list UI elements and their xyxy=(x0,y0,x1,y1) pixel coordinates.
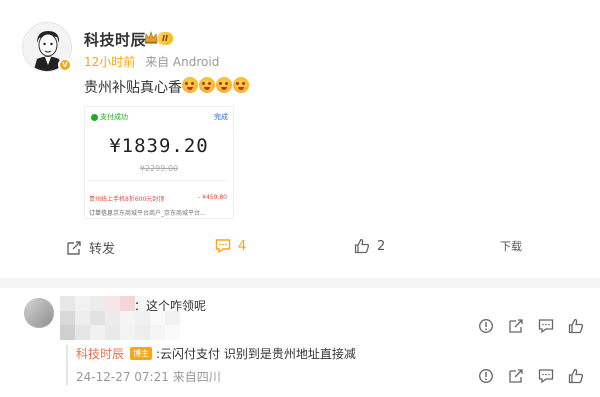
emoji-row xyxy=(182,77,249,93)
crown-icon xyxy=(144,31,158,44)
like-button[interactable]: 2 xyxy=(354,238,385,254)
payment-order-value: 京东商城平台商户_京东商城平台... xyxy=(113,210,206,217)
share-icon[interactable] xyxy=(508,318,524,334)
success-check-icon xyxy=(91,113,98,121)
download-button[interactable]: 下载 xyxy=(500,238,522,254)
reply-indent-bar xyxy=(66,345,68,385)
vip-level-badge: II xyxy=(157,32,173,45)
payment-order-label: 订单信息 xyxy=(89,210,114,217)
post-meta: 12小时前 来自 Android xyxy=(84,53,219,70)
like-count: 2 xyxy=(377,238,386,254)
comment-icon[interactable] xyxy=(538,368,554,384)
payment-amount: ¥1839.20 xyxy=(109,135,209,157)
report-icon[interactable] xyxy=(478,318,494,334)
reply-meta: 24-12-27 07:21 来自四川 xyxy=(76,368,221,385)
payment-screenshot[interactable]: 支付成功 完成 ¥1839.20 ¥2299.00 贵州线上手机8折600元封顶… xyxy=(84,106,234,219)
comment-icon[interactable] xyxy=(538,318,554,334)
drool-emoji-icon xyxy=(199,77,215,93)
post-time[interactable]: 12小时前 xyxy=(84,55,135,69)
post-text: 贵州补贴真心香 xyxy=(84,80,182,96)
post-source: 来自 Android xyxy=(145,55,220,69)
repost-label: 转发 xyxy=(89,242,116,257)
payment-discount: - ¥459.80 xyxy=(198,194,227,201)
payment-promo: 贵州线上手机8折600元封顶 xyxy=(89,196,165,203)
drool-emoji-icon xyxy=(182,77,198,93)
like-icon[interactable] xyxy=(568,368,584,384)
share-icon[interactable] xyxy=(508,368,524,384)
payment-status: 支付成功 xyxy=(91,112,128,122)
comment-count: 4 xyxy=(238,238,247,254)
reply-timestamp: 24-12-27 07:21 xyxy=(76,370,169,384)
verified-badge-icon: V xyxy=(58,58,72,72)
section-divider xyxy=(0,278,600,288)
comment-actions xyxy=(478,318,584,334)
comment-text: ：这个咋领呢 xyxy=(134,299,207,313)
reply-author[interactable]: 科技时辰 xyxy=(76,345,124,362)
thumbs-up-icon xyxy=(354,238,370,254)
repost-icon xyxy=(67,240,81,255)
reply-location: 来自四川 xyxy=(172,370,221,384)
payment-divider xyxy=(89,180,229,181)
drool-emoji-icon xyxy=(233,77,249,93)
download-label: 下载 xyxy=(500,240,522,253)
repost-button[interactable]: 转发 xyxy=(66,238,115,257)
comment-icon xyxy=(215,239,231,254)
reply-text: :云闪付支付 识别到是贵州地址直接减 xyxy=(156,347,356,361)
post-username[interactable]: 科技时辰 xyxy=(84,29,146,50)
reply-actions xyxy=(478,368,584,384)
report-icon[interactable] xyxy=(478,368,494,384)
payment-status-label: 支付成功 xyxy=(100,113,128,121)
commenter-avatar[interactable] xyxy=(24,298,54,328)
reply-item: 科技时辰 博主 :云闪付支付 识别到是贵州地址直接减 xyxy=(76,345,356,362)
comment-button[interactable]: 4 xyxy=(215,238,246,254)
payment-original-price: ¥2299.00 xyxy=(139,164,179,173)
weibo-post: V 科技时辰 II 12小时前 来自 Android 贵州补贴真心香 支付成功 … xyxy=(0,0,600,278)
drool-emoji-icon xyxy=(216,77,232,93)
author-badge: 博主 xyxy=(130,347,153,360)
payment-done-label: 完成 xyxy=(214,113,228,121)
like-icon[interactable] xyxy=(568,318,584,334)
